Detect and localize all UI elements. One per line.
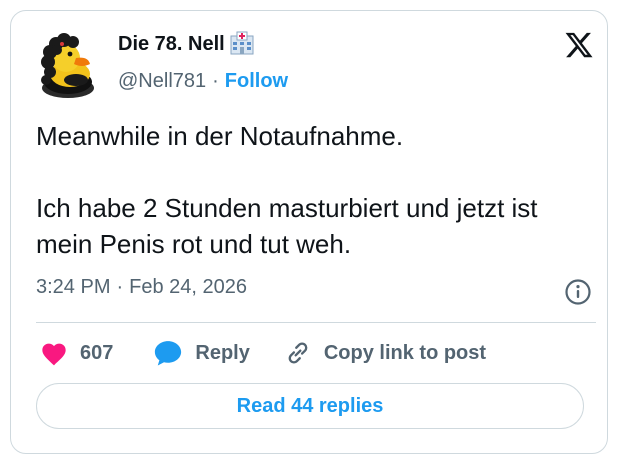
reply-button[interactable]: Reply <box>153 339 250 367</box>
follow-button[interactable]: Follow <box>225 70 288 93</box>
heart-icon <box>42 343 66 366</box>
author-name-row: Die 78. Nell <box>118 31 255 56</box>
reply-label: Reply <box>195 341 250 364</box>
author-handle-row: @Nell781 · Follow <box>118 70 288 93</box>
tweet-line: Ich habe 2 Stunden masturbiert und jetzt… <box>36 193 538 259</box>
copy-link-label: Copy link to post <box>323 341 487 364</box>
read-replies-label: Read 44 replies <box>236 394 384 417</box>
tweet-line: Meanwhile in der Notaufnahme. <box>36 121 404 151</box>
action-bar: 607 Reply Copy link to post <box>40 338 486 368</box>
meta-separator: · <box>116 276 124 298</box>
like-count: 607 <box>80 341 114 364</box>
handle-separator: · <box>212 70 219 92</box>
link-icon <box>288 342 308 364</box>
like-button[interactable]: 607 <box>40 340 113 366</box>
divider <box>36 322 596 323</box>
tweet-time: 3:24 PM <box>36 276 111 298</box>
tweet-timestamp[interactable]: 3:24 PM · Feb 24, 2026 <box>36 276 247 299</box>
author-handle[interactable]: @Nell781 <box>118 70 206 93</box>
copy-link-button[interactable]: Copy link to post <box>284 339 486 367</box>
hospital-icon <box>230 31 254 54</box>
read-replies-button[interactable]: Read 44 replies <box>36 383 584 429</box>
info-icon[interactable] <box>564 278 592 306</box>
reply-bubble-icon <box>155 341 182 366</box>
avatar[interactable] <box>32 30 104 102</box>
author-display-name[interactable]: Die 78. Nell <box>118 33 225 56</box>
x-logo-icon[interactable] <box>564 30 594 60</box>
tweet-date: Feb 24, 2026 <box>129 276 248 298</box>
tweet-text: Meanwhile in der Notaufnahme. Ich habe 2… <box>36 118 596 262</box>
